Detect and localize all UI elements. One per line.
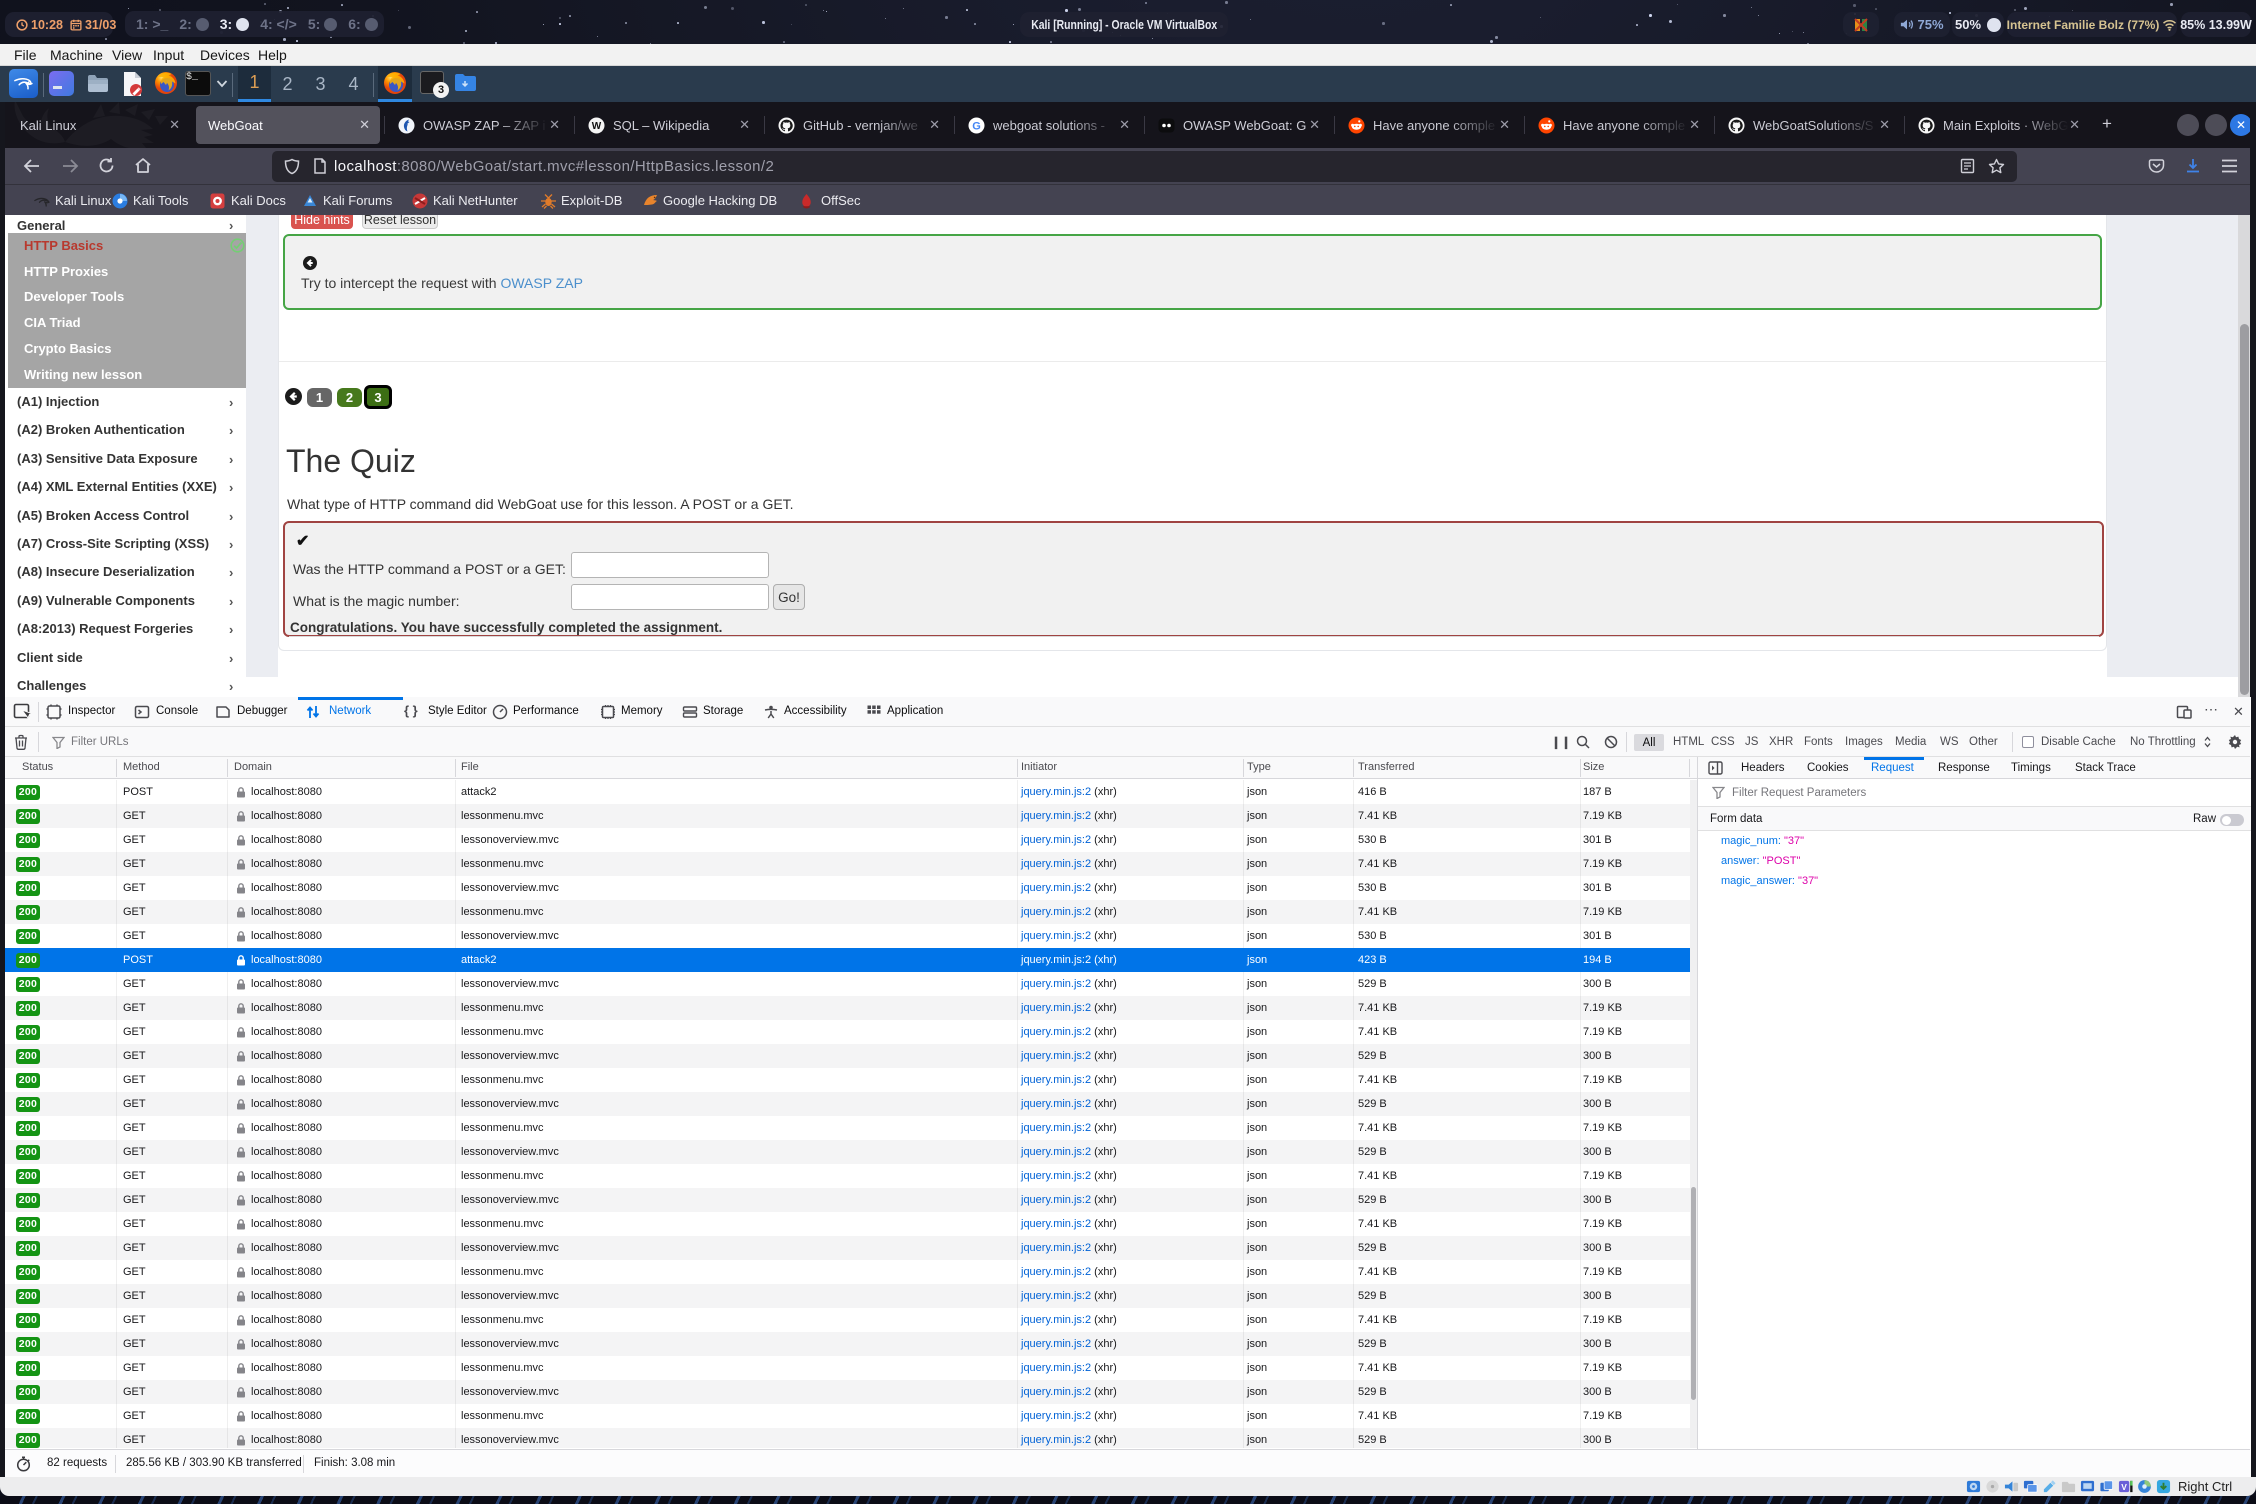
svg-text:G: G xyxy=(972,120,981,132)
svg-text:W: W xyxy=(592,121,602,132)
svg-text:V: V xyxy=(2121,1482,2127,1492)
